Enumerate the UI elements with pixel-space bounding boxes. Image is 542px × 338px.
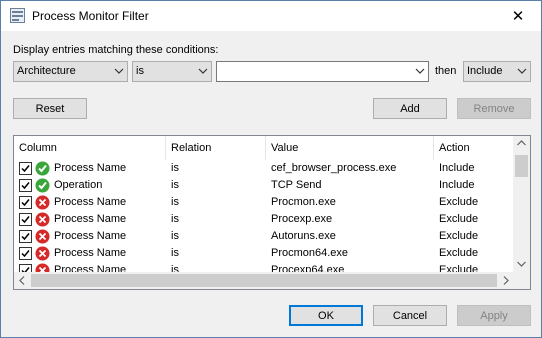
table-row[interactable]: Process Name is Procmon64.exe Exclude xyxy=(14,245,514,262)
relation-select-value: is xyxy=(136,65,144,77)
ok-button[interactable]: OK xyxy=(289,305,363,326)
chevron-down-icon xyxy=(415,68,425,74)
filter-app-icon xyxy=(10,8,25,23)
cell-relation: is xyxy=(171,230,179,242)
cell-action: Include xyxy=(439,162,475,174)
cell-value: Procmon.exe xyxy=(271,196,336,208)
conditions-label: Display entries matching these condition… xyxy=(13,44,219,56)
cell-value: Procexp.exe xyxy=(271,213,333,225)
cell-relation: is xyxy=(171,196,179,208)
table-row[interactable]: Process Name is Procmon.exe Exclude xyxy=(14,194,514,211)
scroll-up-icon[interactable] xyxy=(517,140,526,146)
column-header-value[interactable]: Value xyxy=(266,136,434,160)
column-header-column[interactable]: Column xyxy=(14,136,166,160)
row-checkbox[interactable] xyxy=(19,230,32,243)
vertical-scrollbar[interactable] xyxy=(513,136,530,272)
red-x-icon xyxy=(35,212,50,227)
action-select-value: Include xyxy=(467,65,503,77)
vertical-scroll-thumb[interactable] xyxy=(515,155,528,177)
cell-column: Process Name xyxy=(54,162,127,174)
apply-button[interactable]: Apply xyxy=(457,305,531,326)
row-checkbox[interactable] xyxy=(19,247,32,260)
cell-column: Operation xyxy=(54,179,103,191)
green-check-icon xyxy=(35,161,50,176)
column-select-value: Architecture xyxy=(17,65,76,77)
cell-column: Process Name xyxy=(54,230,127,242)
column-header-relation[interactable]: Relation xyxy=(166,136,266,160)
chevron-down-icon xyxy=(517,68,527,74)
cell-value: cef_browser_process.exe xyxy=(271,162,397,174)
cell-action: Exclude xyxy=(439,230,479,242)
red-x-icon xyxy=(35,246,50,261)
table-row[interactable]: Process Name is Procexp.exe Exclude xyxy=(14,211,514,228)
filter-list[interactable]: Column Relation Value Action Process Nam… xyxy=(13,135,531,290)
table-row[interactable]: Operation is TCP Send Include xyxy=(14,177,514,194)
chevron-down-icon xyxy=(198,68,208,74)
row-checkbox[interactable] xyxy=(19,213,32,226)
cell-relation: is xyxy=(171,179,179,191)
cell-action: Exclude xyxy=(439,247,479,259)
red-x-icon xyxy=(35,229,50,244)
scroll-left-icon[interactable] xyxy=(19,276,25,285)
row-checkbox[interactable] xyxy=(19,196,32,209)
horizontal-scrollbar[interactable] xyxy=(14,272,514,289)
relation-select[interactable]: is xyxy=(132,61,212,82)
scroll-down-icon[interactable] xyxy=(517,261,526,267)
action-select[interactable]: Include xyxy=(463,61,531,82)
cell-relation: is xyxy=(171,247,179,259)
cell-action: Include xyxy=(439,179,475,191)
red-x-icon xyxy=(35,195,50,210)
title-bar: Process Monitor Filter ✕ xyxy=(1,1,541,31)
column-select[interactable]: Architecture xyxy=(13,61,128,82)
cell-value: Procmon64.exe xyxy=(271,247,349,259)
horizontal-scroll-thumb[interactable] xyxy=(31,274,497,287)
value-combo-input[interactable] xyxy=(216,61,429,82)
cell-column: Process Name xyxy=(54,247,127,259)
scrollbar-corner xyxy=(513,272,530,289)
column-header-action[interactable]: Action xyxy=(434,136,514,160)
filter-dialog: Process Monitor Filter ✕ Display entries… xyxy=(0,0,542,338)
cell-action: Exclude xyxy=(439,196,479,208)
cell-value: Autoruns.exe xyxy=(271,230,336,242)
table-row[interactable]: Process Name is cef_browser_process.exe Inc… xyxy=(14,160,514,177)
close-button[interactable]: ✕ xyxy=(495,1,541,31)
row-checkbox[interactable] xyxy=(19,179,32,192)
then-label: then xyxy=(435,65,457,77)
cell-relation: is xyxy=(171,213,179,225)
chevron-down-icon xyxy=(114,68,124,74)
row-checkbox[interactable] xyxy=(19,162,32,175)
add-button[interactable]: Add xyxy=(373,98,447,119)
window-title: Process Monitor Filter xyxy=(32,9,149,23)
cell-column: Process Name xyxy=(54,196,127,208)
list-header: Column Relation Value Action xyxy=(14,136,514,160)
close-icon: ✕ xyxy=(511,8,525,25)
cell-value: TCP Send xyxy=(271,179,322,191)
table-row[interactable]: Process Name is Autoruns.exe Exclude xyxy=(14,228,514,245)
remove-button[interactable]: Remove xyxy=(457,98,531,119)
scroll-right-icon[interactable] xyxy=(503,276,509,285)
cell-action: Exclude xyxy=(439,213,479,225)
cell-column: Process Name xyxy=(54,213,127,225)
cancel-button[interactable]: Cancel xyxy=(373,305,447,326)
green-check-icon xyxy=(35,178,50,193)
cell-relation: is xyxy=(171,162,179,174)
reset-button[interactable]: Reset xyxy=(13,98,87,119)
